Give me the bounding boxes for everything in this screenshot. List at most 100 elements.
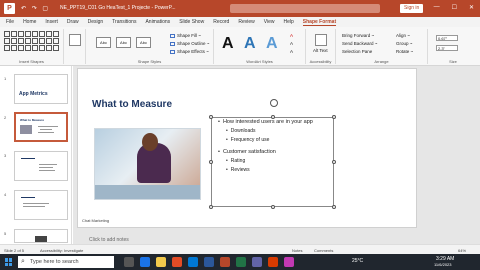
tab-home[interactable]: Home	[23, 19, 36, 25]
insert-shapes-group: Insert Shapes	[0, 29, 64, 64]
taskbar: Type here to search 25°C 3:29 AM 11/6/20…	[0, 254, 480, 270]
powerpoint-logo-icon: P	[4, 3, 15, 14]
bring-forward-button[interactable]: Bring Forward ~	[342, 33, 374, 38]
slide-canvas[interactable]: What to Measure How interested users are…	[77, 68, 417, 228]
rotate-handle-icon[interactable]	[270, 99, 278, 107]
slide-title[interactable]: What to Measure	[92, 99, 172, 110]
shape-height-input[interactable]: 0.67"	[436, 35, 458, 41]
wordart-style-2[interactable]: A	[244, 35, 256, 53]
slide-counter: Slide 2 of 5	[4, 248, 25, 253]
style-thumb[interactable]: Abc	[136, 37, 151, 48]
style-thumb[interactable]: Abc	[116, 37, 131, 48]
close-button[interactable]: ✕	[469, 4, 474, 11]
zoom-level[interactable]: 64%	[458, 248, 466, 253]
excel-icon[interactable]	[236, 257, 246, 267]
weather-widget[interactable]: 25°C	[352, 258, 363, 264]
tab-file[interactable]: File	[6, 19, 14, 25]
title-bar: P ↶ ↷ ▢ NE_PPT19_C01 Go HeaTest_1 Projec…	[0, 0, 480, 17]
shape-outline-icon	[170, 41, 175, 46]
thumb-number: 3	[4, 153, 7, 158]
store-icon[interactable]	[188, 257, 198, 267]
resize-handle[interactable]	[209, 160, 213, 164]
resize-handle[interactable]	[271, 205, 275, 209]
shape-width-input[interactable]: 2.3"	[436, 45, 458, 51]
tab-design[interactable]: Design	[88, 19, 104, 25]
slide-photo[interactable]	[94, 128, 201, 200]
word-icon[interactable]	[204, 257, 214, 267]
task-view-icon[interactable]	[124, 257, 134, 267]
wordart-style-1[interactable]: A	[222, 35, 234, 53]
rotate-button[interactable]: Rotate ~	[396, 49, 413, 54]
status-bar: Slide 2 of 5 Accessibility: Investigate …	[0, 244, 480, 254]
slide-thumbnail-4[interactable]	[14, 190, 68, 220]
tab-transitions[interactable]: Transitions	[112, 19, 136, 25]
app-icon[interactable]	[268, 257, 278, 267]
tab-help[interactable]: Help	[283, 19, 293, 25]
thumb-title: App Metrics	[19, 91, 48, 97]
tab-shape-format[interactable]: Shape Format	[302, 19, 337, 26]
edit-shape-icon[interactable]	[69, 34, 81, 46]
app-icon[interactable]	[284, 257, 294, 267]
tab-slide-show[interactable]: Slide Show	[179, 19, 204, 25]
text-effects-icon[interactable]: A	[290, 49, 293, 54]
tab-review[interactable]: Review	[238, 19, 254, 25]
windows-start-icon[interactable]	[5, 258, 13, 266]
group-button[interactable]: Group ~	[396, 41, 412, 46]
title-search-box[interactable]	[230, 4, 380, 13]
powerpoint-taskbar-icon[interactable]	[220, 257, 230, 267]
align-button[interactable]: Align ~	[396, 33, 410, 38]
tab-animations[interactable]: Animations	[145, 19, 170, 25]
accessibility-status[interactable]: Accessibility: Investigate	[40, 248, 83, 253]
edge-icon[interactable]	[140, 257, 150, 267]
tab-view[interactable]: View	[264, 19, 275, 25]
teams-icon[interactable]	[252, 257, 262, 267]
group-label: WordArt Styles	[246, 59, 273, 64]
shape-effects-button[interactable]: Shape Effects ~	[170, 49, 209, 54]
wordart-style-3[interactable]: A	[266, 35, 278, 53]
bullet-text-box[interactable]: How interested users are in your app Dow…	[209, 115, 336, 209]
resize-handle[interactable]	[332, 160, 336, 164]
resize-handle[interactable]	[332, 115, 336, 119]
tab-insert[interactable]: Insert	[45, 19, 58, 25]
thumb-number: 5	[4, 231, 7, 236]
sign-in-button[interactable]: Sign in	[400, 4, 424, 13]
text-outline-icon[interactable]: A	[290, 41, 293, 46]
resize-handle[interactable]	[209, 205, 213, 209]
notes-button[interactable]: Notes	[292, 248, 302, 253]
shape-outline-button[interactable]: Shape Outline ~	[170, 41, 209, 46]
bullet-list: How interested users are in your app Dow…	[218, 118, 313, 175]
shape-fill-button[interactable]: Shape Fill ~	[170, 33, 201, 38]
thumb-text-line	[39, 167, 53, 168]
file-explorer-icon[interactable]	[156, 257, 166, 267]
shape-effects-icon	[170, 49, 175, 54]
tab-draw[interactable]: Draw	[67, 19, 79, 25]
resize-handle[interactable]	[332, 205, 336, 209]
shape-gallery[interactable]	[4, 31, 60, 51]
slide-thumbnail-2[interactable]: What to Measure	[14, 112, 68, 142]
group-label: Size	[449, 59, 457, 64]
alt-text-icon[interactable]	[315, 34, 327, 46]
text-fill-icon[interactable]: A	[290, 33, 293, 38]
maximize-button[interactable]: ☐	[452, 4, 457, 11]
bullet-item: Downloads	[218, 127, 313, 136]
slide-thumbnail-3[interactable]	[14, 151, 68, 181]
tab-record[interactable]: Record	[213, 19, 229, 25]
selection-pane-button[interactable]: Selection Pane	[342, 49, 372, 54]
notes-placeholder[interactable]: Click to add notes	[89, 237, 129, 243]
slide-thumbnail-5[interactable]	[14, 229, 68, 243]
thumb-text-line	[21, 197, 35, 198]
thumb-title: What to Measure	[20, 118, 45, 122]
send-backward-button[interactable]: Send Backward ~	[342, 41, 377, 46]
quick-access-toolbar[interactable]: ↶ ↷ ▢	[21, 5, 50, 12]
comments-button[interactable]: Comments	[314, 248, 333, 253]
thumb-number: 1	[4, 76, 7, 81]
resize-handle[interactable]	[209, 115, 213, 119]
chrome-icon[interactable]	[172, 257, 182, 267]
clock-date[interactable]: 11/6/2023	[434, 262, 452, 267]
style-thumb[interactable]: Abc	[96, 37, 111, 48]
thumb-text-line	[39, 164, 57, 165]
taskbar-search-input[interactable]: Type here to search	[18, 256, 114, 268]
minimize-button[interactable]: —	[434, 4, 440, 11]
ribbon-tabs: File Home Insert Draw Design Transitions…	[0, 17, 480, 27]
slide-thumbnail-1[interactable]: App Metrics	[14, 74, 68, 104]
